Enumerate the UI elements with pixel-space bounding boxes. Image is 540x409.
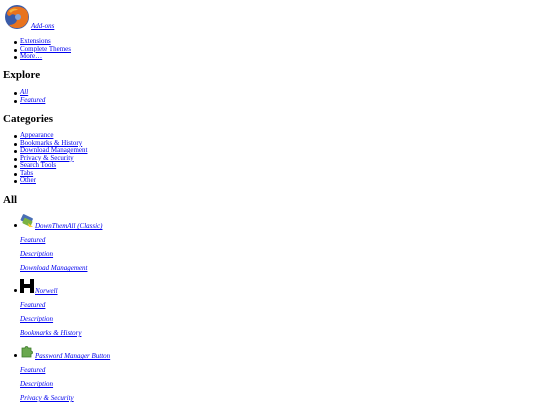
category-link-other[interactable]: Other [20,176,36,184]
addon-featured-link[interactable]: Featured [20,366,45,374]
addon-item-norwell: Norwell Featured Description Bookmarks &… [14,279,320,344]
all-heading: All [3,194,18,206]
nav-link-more[interactable]: More… [20,52,42,60]
addon-description-link[interactable]: Description [20,250,53,258]
downthemall-icon[interactable] [20,214,34,228]
categories-heading: Categories [3,113,54,125]
puzzle-piece-icon[interactable] [20,344,34,358]
category-item: Other [13,176,87,185]
addon-featured-link[interactable]: Featured [20,301,45,309]
addon-item-password-manager-button: Password Manager Button Featured Descrip… [14,344,320,409]
addon-head: Norwell [20,279,320,295]
addon-description-link[interactable]: Description [20,315,53,323]
addon-name-link[interactable]: Norwell [35,287,58,295]
addons-list: DownThemAll (Classic) Featured Descripti… [14,214,320,409]
explore-list: All Featured [13,88,45,105]
addon-featured-link[interactable]: Featured [20,236,45,244]
explore-link-featured[interactable]: Featured [20,96,45,104]
addon-category-link[interactable]: Privacy & Security [20,394,74,402]
nav-item-more: More… [14,52,71,61]
nav-list: Extensions Complete Themes More… [14,37,71,61]
addon-item-downthemall: DownThemAll (Classic) Featured Descripti… [14,214,320,279]
addon-head: Password Manager Button [20,344,320,360]
norwell-h-icon[interactable] [20,279,34,293]
addon-name-link[interactable]: Password Manager Button [35,352,110,360]
explore-heading: Explore [3,69,41,81]
addon-category-link[interactable]: Download Management [20,264,87,272]
firefox-logo-icon[interactable] [3,3,31,31]
categories-list: Appearance Bookmarks & History Download … [13,131,87,185]
addon-head: DownThemAll (Classic) [20,214,320,230]
explore-item-featured: Featured [13,96,45,105]
addon-name-link[interactable]: DownThemAll (Classic) [35,222,102,230]
addons-link[interactable]: Add-ons [31,22,54,30]
addon-category-link[interactable]: Bookmarks & History [20,329,81,337]
addon-description-link[interactable]: Description [20,380,53,388]
